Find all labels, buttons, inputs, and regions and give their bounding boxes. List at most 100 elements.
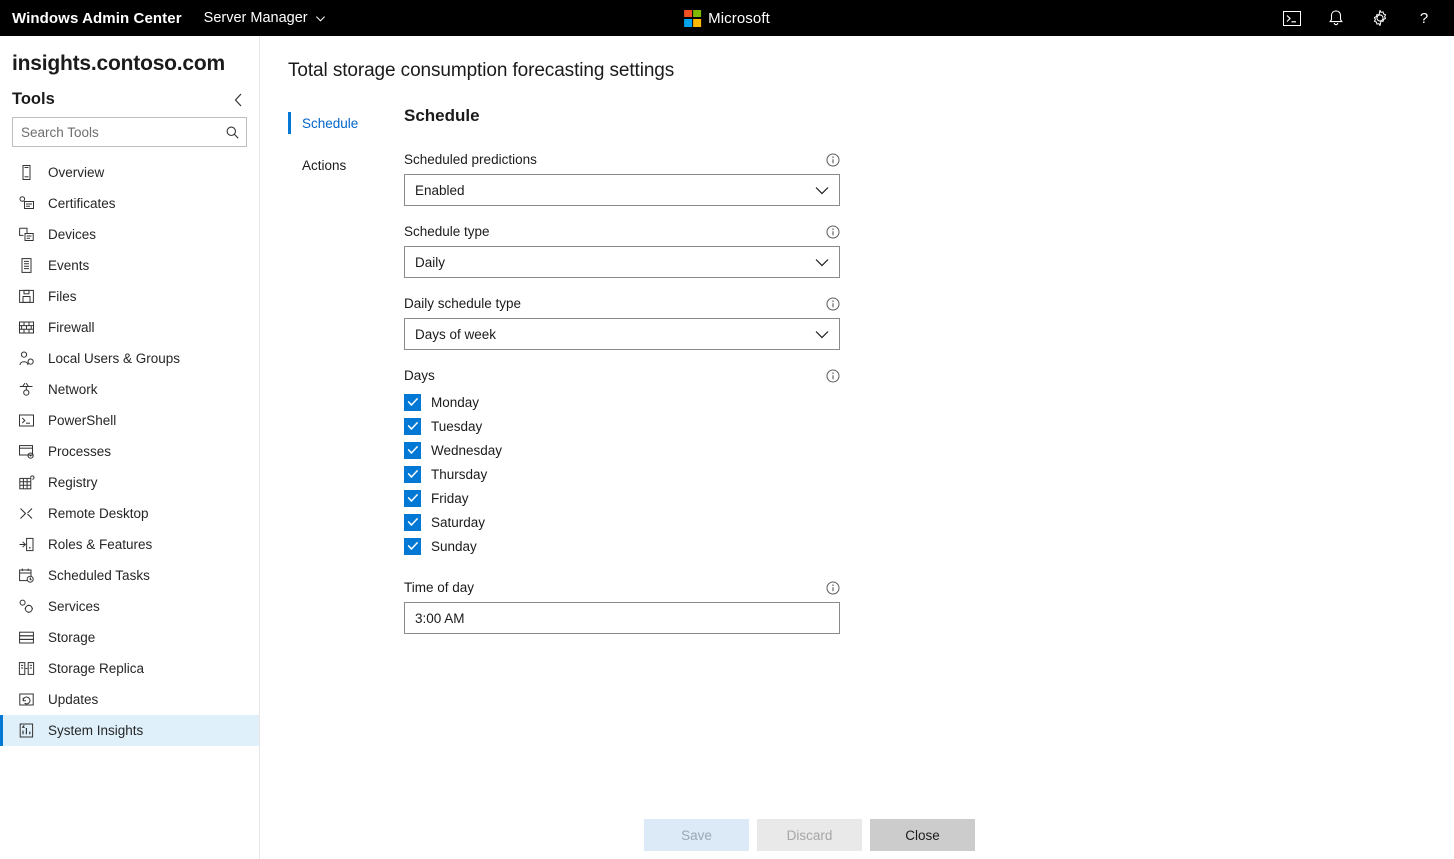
- sidebar-item-remote-desktop[interactable]: Remote Desktop: [0, 498, 259, 529]
- day-checkbox-thursday[interactable]: Thursday: [404, 462, 840, 486]
- select-schedule-type[interactable]: Daily: [404, 246, 840, 278]
- collapse-sidebar-button[interactable]: [232, 92, 245, 108]
- sidebar-item-processes[interactable]: Processes: [0, 436, 259, 467]
- day-checkbox-saturday[interactable]: Saturday: [404, 510, 840, 534]
- checkbox-icon[interactable]: [404, 538, 421, 555]
- files-icon: [18, 288, 35, 305]
- save-button[interactable]: Save: [644, 819, 749, 851]
- info-icon-days[interactable]: [826, 369, 840, 383]
- search-tools-wrap: [0, 117, 259, 147]
- field-days: Days Monday Tuesday Wednesday ThursdayFrida…: [404, 368, 840, 558]
- info-icon-time-of-day[interactable]: [826, 581, 840, 595]
- microsoft-logo: Microsoft: [684, 10, 770, 27]
- input-time-of-day[interactable]: 3:00 AM: [404, 602, 840, 634]
- server-manager-dropdown[interactable]: Server Manager: [204, 10, 326, 26]
- info-icon-daily-schedule-type[interactable]: [826, 297, 840, 311]
- sidebar-item-scheduled-tasks[interactable]: Scheduled Tasks: [0, 560, 259, 591]
- powershell-console-icon[interactable]: [1270, 0, 1314, 36]
- top-bar: Windows Admin Center Server Manager Micr…: [0, 0, 1454, 36]
- checkbox-icon[interactable]: [404, 514, 421, 531]
- users-icon: [18, 350, 35, 367]
- connection-title: insights.contoso.com: [0, 36, 259, 76]
- settings-nav-item-actions[interactable]: Actions: [288, 150, 394, 180]
- form-actions: Save Discard Close: [644, 819, 975, 851]
- day-checkbox-tuesday[interactable]: Tuesday: [404, 414, 840, 438]
- sidebar-item-services[interactable]: Services: [0, 591, 259, 622]
- tools-label: Tools: [12, 90, 55, 109]
- sidebar-item-label: Overview: [48, 165, 104, 180]
- tools-sidebar: insights.contoso.com Tools Overview Certi…: [0, 36, 260, 859]
- day-label: Tuesday: [431, 419, 482, 434]
- sidebar-item-files[interactable]: Files: [0, 281, 259, 312]
- sidebar-item-label: Local Users & Groups: [48, 351, 180, 366]
- field-scheduled-predictions: Scheduled predictions Enabled: [404, 152, 840, 206]
- search-icon[interactable]: [225, 125, 240, 140]
- tools-header: Tools: [0, 76, 259, 117]
- sidebar-item-firewall[interactable]: Firewall: [0, 312, 259, 343]
- sidebar-item-label: System Insights: [48, 723, 143, 738]
- settings-nav-label-actions: Actions: [302, 158, 346, 173]
- sidebar-item-system-insights[interactable]: System Insights: [0, 715, 259, 746]
- checkbox-icon[interactable]: [404, 466, 421, 483]
- sidebar-item-overview[interactable]: Overview: [0, 157, 259, 188]
- schedule-form: Schedule Scheduled predictions Enabled: [404, 106, 840, 652]
- field-head-schedule-type: Schedule type: [404, 224, 840, 239]
- day-checkbox-wednesday[interactable]: Wednesday: [404, 438, 840, 462]
- checkbox-icon[interactable]: [404, 490, 421, 507]
- select-scheduled-predictions[interactable]: Enabled: [404, 174, 840, 206]
- chevron-down-icon: [815, 330, 829, 339]
- settings-nav-item-schedule[interactable]: Schedule: [288, 108, 394, 138]
- day-checkbox-monday[interactable]: Monday: [404, 390, 840, 414]
- settings-nav: Schedule Actions: [288, 106, 394, 652]
- sidebar-item-devices[interactable]: Devices: [0, 219, 259, 250]
- day-checkbox-sunday[interactable]: Sunday: [404, 534, 840, 558]
- close-button[interactable]: Close: [870, 819, 975, 851]
- svg-text:?: ?: [1420, 10, 1428, 27]
- sidebar-item-updates[interactable]: Updates: [0, 684, 259, 715]
- updates-icon: [18, 691, 35, 708]
- sidebar-item-roles-features[interactable]: Roles & Features: [0, 529, 259, 560]
- microsoft-wordmark: Microsoft: [708, 10, 770, 27]
- info-icon-scheduled-predictions[interactable]: [826, 153, 840, 167]
- discard-button[interactable]: Discard: [757, 819, 862, 851]
- field-head-time-of-day: Time of day: [404, 580, 840, 595]
- sidebar-item-storage[interactable]: Storage: [0, 622, 259, 653]
- roles-features-icon: [18, 536, 35, 553]
- sidebar-item-storage-replica[interactable]: Storage Replica: [0, 653, 259, 684]
- select-daily-schedule-type[interactable]: Days of week: [404, 318, 840, 350]
- overview-icon: [18, 164, 35, 181]
- sidebar-item-events[interactable]: Events: [0, 250, 259, 281]
- help-icon[interactable]: ?: [1402, 0, 1446, 36]
- info-icon-schedule-type[interactable]: [826, 225, 840, 239]
- sidebar-item-label: Events: [48, 258, 89, 273]
- sidebar-item-label: Roles & Features: [48, 537, 152, 552]
- sidebar-item-label: Processes: [48, 444, 111, 459]
- checkbox-icon[interactable]: [404, 418, 421, 435]
- server-manager-label: Server Manager: [204, 10, 308, 26]
- checkbox-icon[interactable]: [404, 442, 421, 459]
- day-label: Wednesday: [431, 443, 502, 458]
- bell-icon[interactable]: [1314, 0, 1358, 36]
- top-bar-left: Windows Admin Center Server Manager: [0, 10, 326, 27]
- sidebar-item-registry[interactable]: Registry: [0, 467, 259, 498]
- checkbox-icon[interactable]: [404, 394, 421, 411]
- label-schedule-type: Schedule type: [404, 224, 490, 239]
- sidebar-item-local-users-groups[interactable]: Local Users & Groups: [0, 343, 259, 374]
- search-input[interactable]: [21, 125, 225, 140]
- field-head-days: Days: [404, 368, 840, 383]
- search-tools-box[interactable]: [12, 117, 247, 147]
- registry-icon: [18, 474, 35, 491]
- certificates-icon: [18, 195, 35, 212]
- chevron-down-icon: [815, 258, 829, 267]
- top-bar-actions: ?: [1270, 0, 1454, 36]
- sidebar-item-network[interactable]: Network: [0, 374, 259, 405]
- field-head-scheduled-predictions: Scheduled predictions: [404, 152, 840, 167]
- sidebar-item-powershell[interactable]: PowerShell: [0, 405, 259, 436]
- day-label: Saturday: [431, 515, 485, 530]
- label-days: Days: [404, 368, 435, 383]
- system-insights-icon: [18, 722, 35, 739]
- devices-icon: [18, 226, 35, 243]
- day-checkbox-friday[interactable]: Friday: [404, 486, 840, 510]
- gear-icon[interactable]: [1358, 0, 1402, 36]
- sidebar-item-certificates[interactable]: Certificates: [0, 188, 259, 219]
